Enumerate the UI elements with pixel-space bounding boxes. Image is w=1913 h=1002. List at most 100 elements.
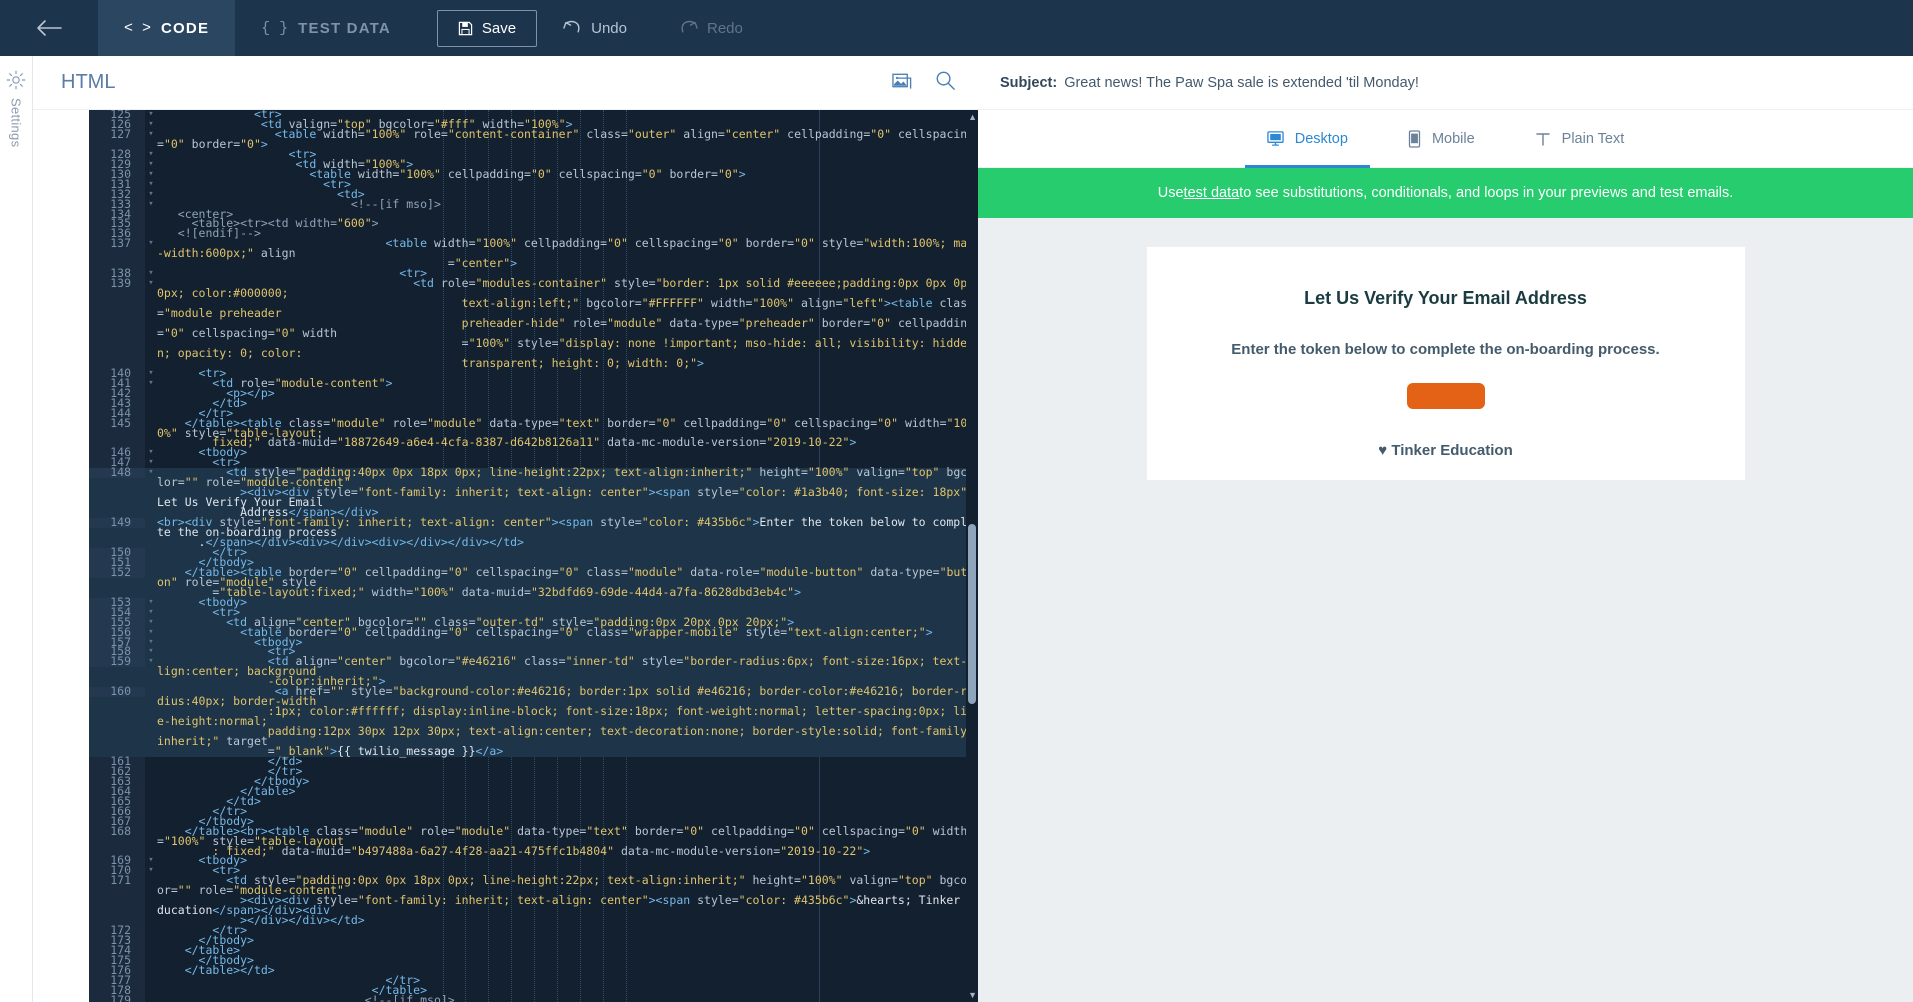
email-heading: Let Us Verify Your Email Address [1304,288,1587,308]
tab-code[interactable]: < > CODE [98,0,236,56]
fold-toggle-icon[interactable]: ▾ [145,467,157,478]
line-number: 168 [110,823,131,838]
redo-label: Redo [706,19,743,37]
code-line[interactable]: 139 ▾ <td role="modules-container" style=… [89,276,978,369]
code-editor[interactable]: 125 ▾ <tr> 126 ▾ <td valign="top" bgcolor="… [89,110,978,1002]
code-line-text: </table><br><table class="module" role="… [157,823,968,858]
redo-button[interactable]: Redo [653,20,769,37]
code-line-text: </table> [240,783,296,798]
scroll-down-arrow[interactable]: ▼ [968,990,977,1000]
line-number: 160 [89,686,145,698]
line-number: 139 [110,276,131,291]
fold-toggle-icon[interactable]: ▾ [145,129,157,140]
angle-brackets-icon: < > [124,19,152,37]
undo-arrow-icon [563,20,580,33]
editor-title: HTML [61,71,116,93]
app-root: < > CODE { } TEST DATA Save Undo Redo Se… [0,0,1913,1002]
subject-label: Subject: [1000,74,1058,91]
editor-header: HTML [33,56,978,110]
text-t-icon [1535,132,1550,146]
email-cta-button[interactable] [1406,383,1485,409]
code-line[interactable]: 179 <!--[if mso]> [89,992,978,1002]
undo-label: Undo [591,19,627,37]
back-button[interactable] [0,0,98,56]
image-library-icon[interactable] [892,70,913,96]
code-line[interactable]: 149 <br><div style="font-family: inherit;… [89,515,978,549]
settings-rail[interactable]: Settings [0,56,33,1002]
code-line-text: <td style="padding:0px 0px 18px 0px; lin… [157,873,975,928]
save-button-label: Save [481,19,517,37]
fold-toggle-icon[interactable]: ▾ [145,238,157,249]
line-number: 159 [89,656,145,668]
search-icon[interactable] [935,70,956,96]
editor-scrollbar[interactable]: ▲ ▼ [966,110,978,1002]
top-toolbar: < > CODE { } TEST DATA Save Undo Redo [0,0,1913,56]
code-line[interactable]: 137 ▾ <table width="100%" cellpadding="0"… [89,236,978,271]
undo-button[interactable]: Undo [537,20,653,37]
editor-panel: HTML 125 ▾ <tr> 126 ▾ <td valign="top" b… [33,56,978,1002]
code-line-text: <table width="100%" cellpadding="0" cell… [157,236,975,271]
arrow-left-icon [37,20,62,36]
email-footer: ♥ Tinker Education [1378,442,1513,459]
tab-test-data[interactable]: { } TEST DATA [235,0,417,56]
code-line-text: <!--[if mso]> [350,196,441,211]
fold-toggle-icon[interactable]: ▾ [145,199,157,210]
code-line[interactable]: 168 </table><br><table class="module" ro… [89,823,978,858]
code-line-text: </table><table border="0" cellpadding="0… [157,564,975,599]
preview-tab-plain-text-label: Plain Text [1561,130,1625,147]
code-line-text: <td role="module-content"> [212,375,393,390]
code-line[interactable]: 171 <td style="padding:0px 0px 18px 0px;… [89,873,978,928]
line-number: 149 [89,516,145,529]
email-subheading: Enter the token below to complete the on… [1231,341,1660,358]
banner-test-data-link[interactable]: test data [1184,185,1240,201]
scroll-up-arrow[interactable]: ▲ [968,112,977,122]
code-lines-container[interactable]: 125 ▾ <tr> 126 ▾ <td valign="top" bgcolor="… [89,110,978,1002]
editor-scroll-thumb[interactable] [968,524,976,704]
code-line-text: <tbody> [198,594,248,609]
code-line-text: </tr> [212,544,248,559]
fold-toggle-icon[interactable]: ▾ [145,865,157,876]
code-line[interactable]: 160 <a href="" style="background-color:#… [89,684,978,758]
fold-toggle-icon[interactable]: ▾ [145,378,157,389]
code-line-text: <a href="" style="background-color:#e462… [157,684,975,758]
line-number: 148 [89,467,145,479]
preview-tab-desktop[interactable]: Desktop [1237,110,1378,168]
code-line-text: <tbody> [198,445,248,460]
line-number: 179 [110,992,131,1002]
line-number: 145 [110,415,131,430]
settings-label: Settings [8,98,24,148]
preview-tab-desktop-label: Desktop [1294,130,1348,147]
gear-icon [6,70,26,90]
preview-tab-mobile[interactable]: Mobile [1378,110,1505,167]
line-number: 171 [110,873,131,888]
redo-arrow-icon [681,20,698,33]
floppy-disk-icon [458,21,473,35]
code-line-text: </tbody> [198,953,254,968]
fold-toggle-icon[interactable]: ▾ [145,278,157,289]
code-line[interactable]: 145 </table><table class="module" role="… [89,415,978,450]
phone-icon [1408,129,1421,148]
monitor-icon [1267,131,1284,146]
email-card: Let Us Verify Your Email Address Enter t… [1145,246,1746,481]
editor-header-actions [892,70,956,96]
code-line-text: <br><div style="font-family: inherit; te… [157,515,975,549]
banner-suffix: to see substitutions, conditionals, and … [1239,185,1734,201]
code-line-text: </tbody> [198,933,254,948]
code-line-text: <td align="center" bgcolor="#e46216" cla… [157,654,975,689]
code-line-text: </table> [184,943,241,958]
save-button[interactable]: Save [436,9,538,47]
curly-braces-icon: { } [261,19,289,37]
line-number: 137 [110,236,131,251]
code-line-text: </table><table class="module" role="modu… [157,415,968,450]
code-line[interactable]: 148 ▾ <td style="padding:40px 0px 18px 0p… [89,465,978,520]
code-line-text: </td> [212,395,248,410]
email-preview-stage: Let Us Verify Your Email Address Enter t… [978,218,1913,1002]
preview-view-tabs: Desktop Mobile Plain Text [978,110,1913,168]
code-line-text: <td style="padding:40px 0px 18px 0px; li… [157,465,975,520]
preview-tab-plain-text[interactable]: Plain Text [1505,110,1655,167]
tab-code-label: CODE [161,19,210,37]
line-number: 152 [89,566,145,578]
code-line[interactable]: 152 </table><table border="0" cellpaddin… [89,564,978,599]
fold-toggle-icon[interactable]: ▾ [145,656,157,667]
code-line[interactable]: 159 ▾ <td align="center" bgcolor="#e46216… [89,654,978,689]
